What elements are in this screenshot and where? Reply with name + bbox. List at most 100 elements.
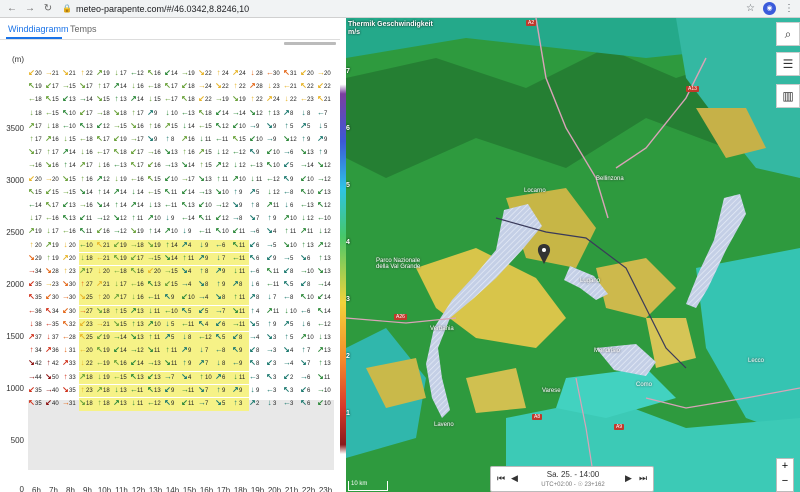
wind-speed: 23	[86, 387, 93, 394]
wind-speed: 12	[222, 123, 229, 130]
wind-cell: ↓ 22	[283, 94, 300, 107]
menu-dots-icon[interactable]: ⋮	[784, 3, 794, 14]
wind-cell: ↑ 15	[113, 305, 130, 319]
wind-cell: ←10	[317, 213, 334, 226]
wind-speed: 5	[290, 335, 294, 341]
map-view[interactable]: Thermik Geschwindigkeit m/s 7 6 5 4 3 2 1 Loca…	[346, 18, 800, 492]
wind-speed: 6	[222, 321, 226, 328]
wind-speed: 34	[52, 308, 59, 315]
wind-arrow-icon: ↘	[198, 173, 205, 183]
wind-speed: 5	[205, 308, 209, 315]
wind-speed: 14	[188, 216, 195, 223]
wind-arrow-icon: ←	[198, 120, 206, 130]
wind-cell: →5	[266, 240, 283, 253]
wind-speed: 20	[154, 269, 161, 275]
wind-arrow-icon: ↘	[181, 266, 188, 275]
wind-cell: ↓ 12	[266, 187, 283, 200]
wind-arrow-icon: ←	[28, 200, 36, 209]
wind-speed: 9	[171, 387, 175, 394]
reload-icon[interactable]: ↻	[42, 3, 54, 15]
wind-cell: ↘12	[283, 134, 300, 147]
wind-cell: ↑ 23	[79, 384, 96, 398]
tab-bar: Winddiagramm Temps	[0, 18, 340, 40]
wind-cell: ↗14	[113, 81, 130, 94]
wind-cell: ↑ 9	[266, 319, 283, 332]
address-bar[interactable]: 🔒 meteo-parapente.com/#/46.0342,8.8246,1…	[62, 4, 249, 14]
wind-speed: 4	[188, 242, 192, 249]
wind-arrow-icon: ↑	[199, 160, 204, 170]
wind-speed: 4	[188, 374, 192, 381]
wind-speed: 19	[154, 242, 161, 249]
wind-speed: 28	[256, 71, 263, 77]
wind-arrow-icon: ↗	[198, 358, 205, 368]
wind-cell: ↘11	[232, 305, 249, 319]
wind-arrow-icon: ←	[28, 305, 36, 315]
wind-arrow-icon: ↗	[79, 266, 86, 275]
bookmark-star-icon[interactable]: ☆	[746, 3, 755, 14]
wind-cell: ↗8	[283, 108, 300, 121]
wind-speed: 16	[52, 137, 59, 143]
wind-arrow-icon: ↖	[79, 332, 86, 341]
wind-arrow-icon: →	[300, 266, 308, 275]
wind-arrow-icon: ↓	[318, 120, 323, 130]
wind-cell: ↗6	[215, 371, 232, 385]
wind-cell: →10	[317, 385, 334, 398]
wind-speed: 28	[52, 269, 59, 275]
wind-cell: ↘16	[130, 121, 147, 134]
wind-arrow-icon: ↑	[182, 147, 187, 157]
back-icon[interactable]: ←	[6, 3, 18, 15]
wind-arrow-icon: ↖	[181, 305, 188, 315]
wind-arrow-icon: ↖	[249, 358, 256, 368]
zoom-out-button[interactable]: −	[777, 474, 793, 489]
step-forward-icon[interactable]: ▶	[625, 473, 632, 484]
wind-speed: 24	[222, 71, 229, 77]
wind-speed: 13	[205, 189, 212, 196]
wind-cell: →16	[147, 147, 164, 160]
skip-forward-icon[interactable]: ⏭	[639, 473, 647, 484]
wind-arrow-icon: ↙	[79, 107, 86, 117]
search-button[interactable]: ⌕	[776, 22, 800, 46]
skip-back-icon[interactable]: ⏮	[497, 473, 505, 484]
wind-arrow-icon: ↓	[182, 226, 187, 236]
wind-arrow-icon: ↖	[113, 358, 120, 368]
tab-winddiagramm[interactable]: Winddiagramm	[8, 24, 69, 34]
wind-arrow-icon: ↑	[318, 358, 323, 368]
wind-speed: 20	[69, 242, 76, 249]
settings-button[interactable]: ☰	[776, 52, 800, 76]
wind-arrow-icon: ←	[283, 398, 291, 407]
wind-cell: ↑ 8	[198, 266, 215, 279]
wind-cell: ↗10	[147, 213, 164, 226]
wind-speed: 15	[103, 97, 110, 104]
wind-cell: ←15	[198, 121, 215, 134]
wind-arrow-icon: ↖	[249, 147, 256, 157]
wind-cell: ←23	[300, 94, 317, 107]
wind-speed: 15	[205, 123, 212, 130]
wind-arrow-icon: ↓	[199, 239, 204, 249]
chart-button[interactable]: ▥	[776, 84, 800, 108]
wind-speed: 14	[120, 189, 127, 196]
wind-cell: ↙12	[215, 213, 232, 226]
wind-cell: ↓ 11	[147, 305, 164, 319]
wind-speed: 37	[52, 335, 59, 341]
wind-cell: ↘10	[215, 187, 232, 200]
wind-speed: 5	[171, 335, 175, 341]
wind-speed: 9	[188, 229, 192, 236]
wind-speed: 11	[137, 387, 144, 394]
wind-cell: ↖15	[28, 187, 45, 200]
wind-cell: →3	[266, 345, 283, 358]
wind-cell: ↘16	[45, 160, 62, 173]
forward-icon[interactable]: →	[24, 3, 36, 15]
tab-temps[interactable]: Temps	[70, 24, 97, 34]
profile-avatar[interactable]: ◉	[763, 2, 776, 15]
wind-arrow-icon: ↙	[96, 226, 103, 236]
wind-speed: 9	[239, 387, 243, 394]
wind-arrow-icon: ↗	[147, 107, 154, 117]
horizontal-scrollbar[interactable]	[284, 42, 336, 45]
map-title-text: Thermik Geschwindigkeit	[348, 21, 433, 28]
wind-speed: 8	[307, 110, 311, 117]
wind-speed: 15	[69, 137, 76, 143]
zoom-in-button[interactable]: +	[777, 459, 793, 474]
wind-arrow-icon: ←	[181, 107, 189, 117]
wind-cell: ↗20	[62, 253, 79, 266]
wind-cell: ↓ 13	[147, 200, 164, 213]
